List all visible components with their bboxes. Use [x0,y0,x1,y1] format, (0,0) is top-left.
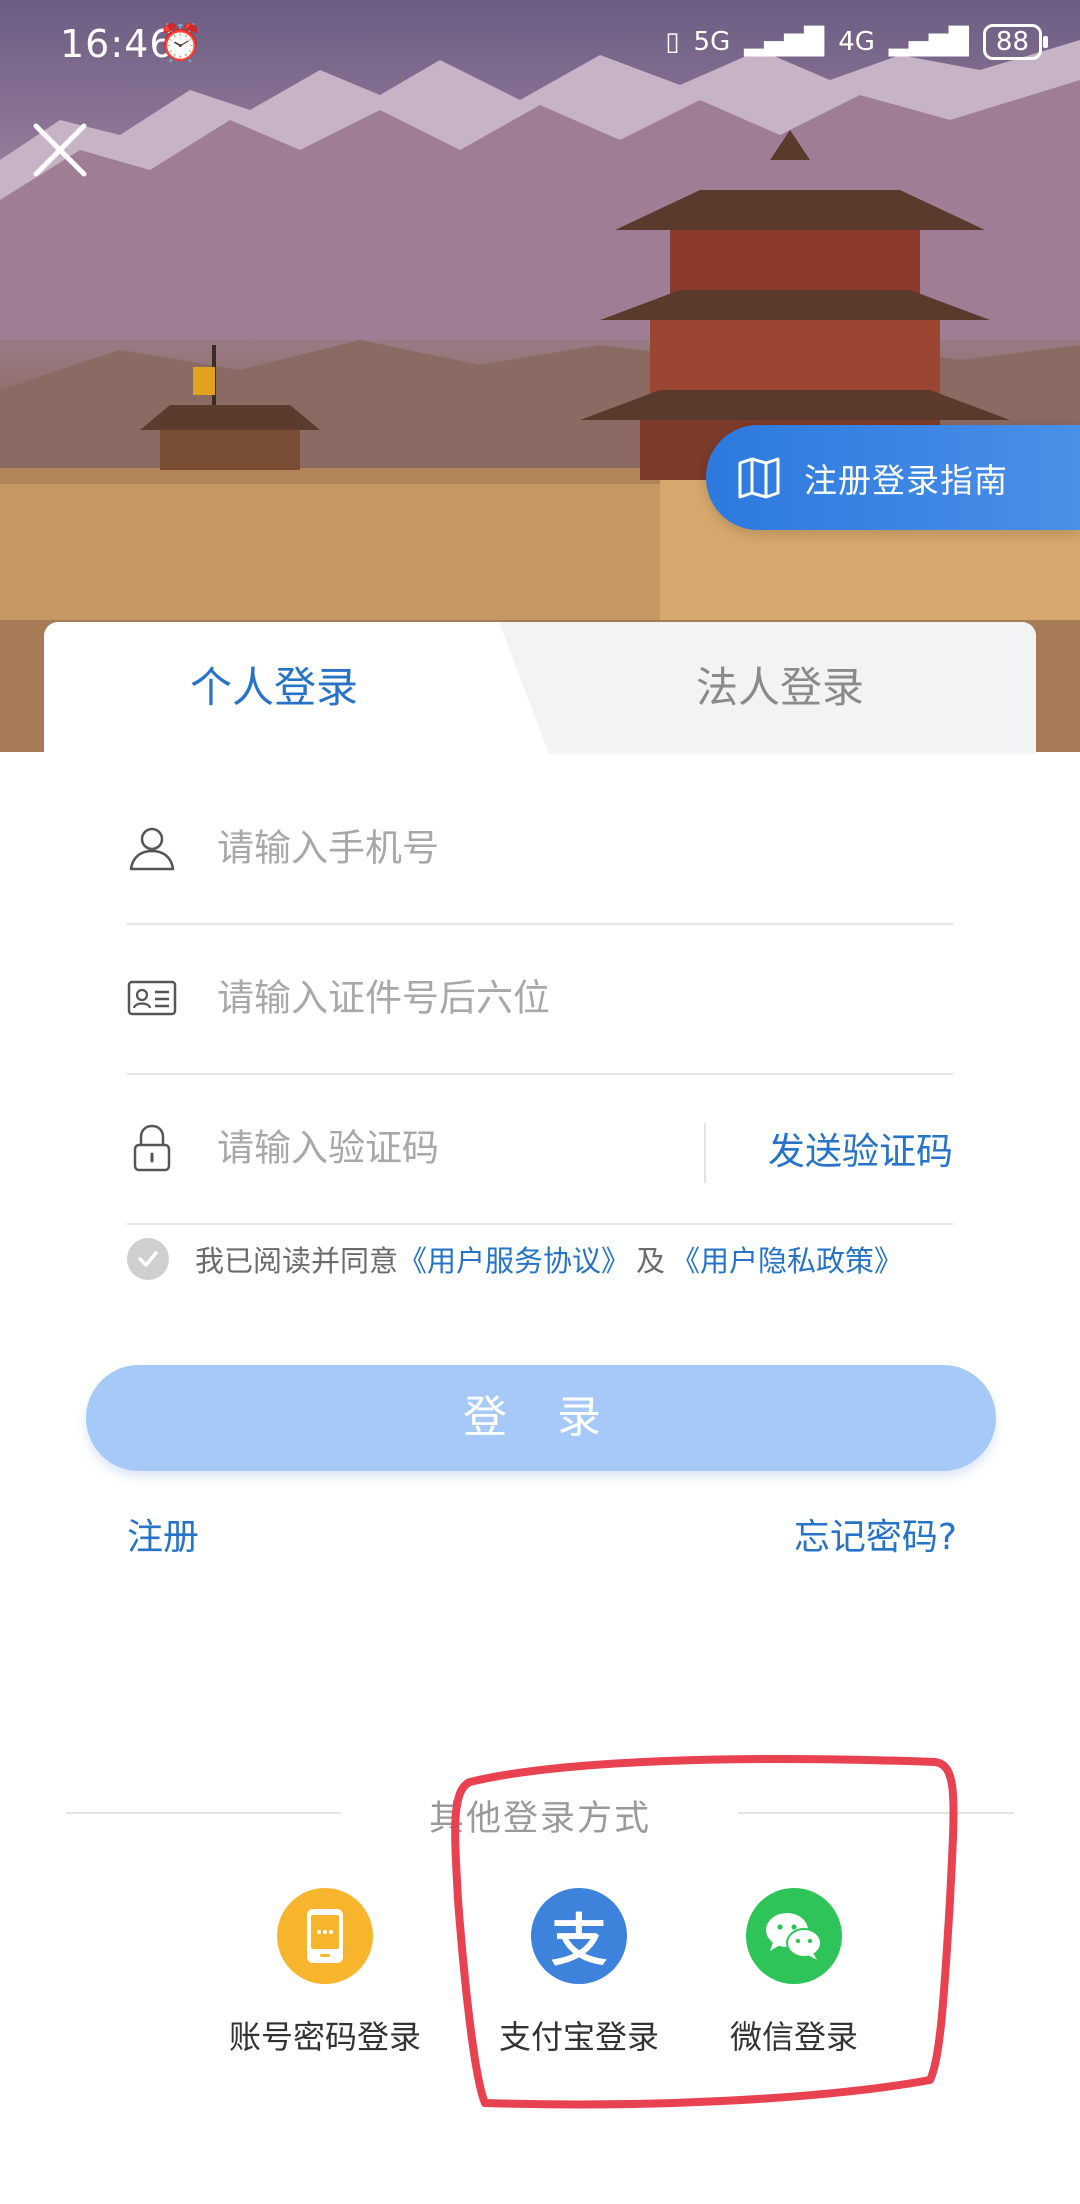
network-5g-label: 5G [693,27,731,57]
user-icon [129,827,175,871]
agreement-conjunction: 及 [636,1244,666,1278]
guide-label: 注册登录指南 [804,460,1008,500]
agreement-row: 我已阅读并同意 《用户服务协议》 及 《用户隐私政策》 [127,1235,903,1283]
agreement-prefix: 我已阅读并同意 [195,1244,399,1278]
register-link[interactable]: 注册 [127,1508,199,1560]
phone-icon [277,1888,373,1984]
alarm-icon: ⏰ [158,23,203,64]
battery-icon: 88 [982,24,1049,60]
wechat-icon [746,1888,842,1984]
other-login-title: 其他登录方式 [428,1799,651,1839]
signal-icon: ▂▄▆█ [888,27,969,57]
verification-code-input[interactable] [215,1125,689,1171]
alipay-icon: 支 [531,1888,627,1984]
id-number-field [127,923,953,1075]
tab-personal-login[interactable]: 个人登录 [44,622,504,754]
battery-level: 88 [995,27,1029,57]
agreement-checkbox[interactable] [127,1238,169,1280]
phone-field [127,773,953,925]
map-icon [738,457,780,498]
wechat-login-button[interactable]: 微信登录 [679,1888,909,2058]
account-password-login-button[interactable]: 账号密码登录 [210,1888,440,2058]
network-4g-label: 4G [838,27,875,57]
vibrate-icon: ▯ [665,27,680,57]
register-login-guide-button[interactable]: 注册登录指南 [706,425,1080,530]
phone-input[interactable] [215,825,779,871]
field-divider [704,1123,706,1183]
login-type-tabs: 个人登录 法人登录 [44,622,1036,754]
lock-icon [133,1124,171,1172]
id-number-input[interactable] [215,975,779,1021]
alipay-login-button[interactable]: 支 支付宝登录 [464,1888,694,2058]
status-bar: 16:46 ⏰ ▯ 5G ▂▄▆█ 4G ▂▄▆█ 88 [0,0,1080,90]
verification-code-field: 发送验证码 [127,1073,953,1225]
signal-icon: ▂▄▆█ [744,27,825,57]
tab-legal-person-login[interactable]: 法人登录 [524,622,1036,754]
id-card-icon [127,980,177,1016]
account-password-login-label: 账号密码登录 [228,2018,421,2056]
forgot-password-link[interactable]: 忘记密码? [794,1508,957,1560]
login-button[interactable]: 登 录 [86,1365,996,1471]
wechat-login-label: 微信登录 [729,2018,858,2056]
send-code-button[interactable]: 发送验证码 [768,1121,953,1175]
check-icon [138,1251,158,1267]
service-agreement-link[interactable]: 《用户服务协议》 [398,1238,630,1280]
close-button[interactable] [28,118,92,182]
close-icon [33,123,87,177]
privacy-policy-link[interactable]: 《用户隐私政策》 [671,1238,903,1280]
status-indicators: ▯ 5G ▂▄▆█ 4G ▂▄▆█ 88 [665,24,1049,60]
alipay-login-label: 支付宝登录 [498,2018,659,2056]
